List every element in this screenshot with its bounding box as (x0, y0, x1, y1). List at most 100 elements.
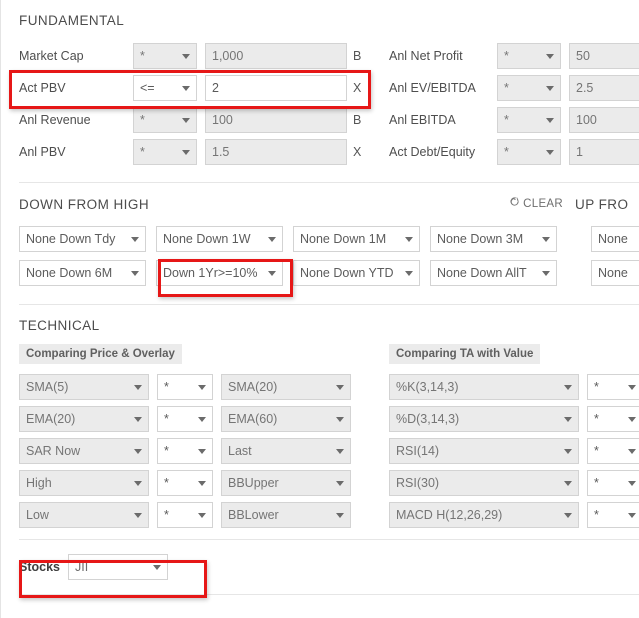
operator-select-anl-pbv[interactable]: * (133, 138, 197, 165)
tech-right-select-2[interactable]: EMA(60) (221, 406, 351, 432)
value-text-act-debt-equity: 1 (576, 144, 583, 159)
technical-ta-row: RSI(30) * (389, 467, 639, 499)
ta-select-4[interactable]: RSI(30) (389, 470, 579, 496)
filter-row-market-cap: Market Cap * 1,000 B (19, 40, 389, 72)
chevron-down-icon (546, 117, 554, 123)
tech-op-select-2[interactable]: * (157, 406, 213, 432)
operator-select-act-debt-equity[interactable]: * (497, 138, 561, 165)
technical-row: EMA(20) * EMA(60) (19, 403, 389, 435)
operator-select-market-cap[interactable]: * (133, 42, 197, 69)
chevron-down-icon (628, 417, 636, 422)
down-select-6m[interactable]: None Down 6M (19, 259, 146, 286)
operator-value-act-debt-equity: * (504, 144, 509, 159)
operator-select-anl-ev-ebitda[interactable]: * (497, 74, 561, 101)
value-text-anl-net-profit: 50 (576, 48, 590, 63)
divider-stocks-bottom (19, 594, 639, 595)
tech-op-select-1[interactable]: * (157, 374, 213, 400)
filter-label-act-debt-equity: Act Debt/Equity (389, 144, 476, 159)
chevron-down-icon (268, 270, 276, 276)
chevron-down-icon (182, 149, 190, 155)
chevron-down-icon (131, 270, 139, 276)
tech-left-select-1[interactable]: SMA(5) (19, 374, 149, 400)
tech-right-select-2-value: EMA(60) (228, 412, 278, 426)
tech-right-select-5[interactable]: BBLower (221, 502, 351, 528)
comparing-ta-with-value-badge: Comparing TA with Value (389, 344, 541, 364)
chevron-down-icon (546, 53, 554, 59)
fundamental-section: FUNDAMENTAL Market Cap * 1,000 B Act PBV (1, 0, 639, 168)
down-select-tdy[interactable]: None Down Tdy (19, 225, 146, 252)
operator-select-anl-net-profit[interactable]: * (497, 42, 561, 69)
down-select-1yr[interactable]: Down 1Yr>=10% (156, 259, 283, 286)
tech-right-select-4-value: BBUpper (228, 476, 279, 490)
down-select-1yr-value: Down 1Yr>=10% (163, 265, 258, 280)
ta-select-1[interactable]: %K(3,14,3) (389, 374, 579, 400)
chevron-down-icon (564, 513, 572, 518)
ta-select-5-value: MACD H(12,26,29) (396, 508, 503, 522)
chevron-down-icon (198, 449, 206, 454)
value-input-act-pbv[interactable]: 2 (205, 74, 347, 101)
value-input-anl-revenue[interactable]: 100 (205, 106, 347, 133)
down-select-ytd[interactable]: None Down YTD (293, 259, 420, 286)
tech-op-select-3-value: * (164, 444, 169, 458)
chevron-down-icon (336, 385, 344, 390)
technical-row: Low * BBLower (19, 499, 389, 531)
tech-op-select-5[interactable]: * (157, 502, 213, 528)
down-select-allt[interactable]: None Down AllT (430, 259, 557, 286)
down-select-1m[interactable]: None Down 1M (293, 225, 420, 252)
value-input-anl-ev-ebitda[interactable]: 2.5 (569, 74, 639, 101)
tech-right-select-4[interactable]: BBUpper (221, 470, 351, 496)
down-select-6m-value: None Down 6M (26, 265, 113, 280)
ta-op-select-1-value: * (594, 380, 599, 394)
stocks-section: Stocks JII (1, 540, 639, 594)
tech-right-select-1-value: SMA(20) (228, 380, 278, 394)
chevron-down-icon (198, 481, 206, 486)
tech-left-select-1-value: SMA(5) (26, 380, 69, 394)
value-input-anl-ebitda[interactable]: 100 (569, 106, 639, 133)
clear-button[interactable]: CLEAR (509, 197, 563, 211)
ta-op-select-1[interactable]: * (587, 374, 639, 400)
value-input-market-cap[interactable]: 1,000 (205, 42, 347, 69)
value-input-anl-net-profit[interactable]: 50 (569, 42, 639, 69)
tech-op-select-4-value: * (164, 476, 169, 490)
operator-select-act-pbv[interactable]: <= (133, 74, 197, 101)
up-select-row-2[interactable]: None (591, 259, 639, 286)
ta-op-select-5[interactable]: * (587, 502, 639, 528)
filter-row-anl-net-profit: Anl Net Profit * 50 (389, 40, 639, 72)
ta-select-5[interactable]: MACD H(12,26,29) (389, 502, 579, 528)
down-select-3m[interactable]: None Down 3M (430, 225, 557, 252)
ta-select-3[interactable]: RSI(14) (389, 438, 579, 464)
ta-select-2[interactable]: %D(3,14,3) (389, 406, 579, 432)
value-text-anl-ebitda: 100 (576, 112, 597, 127)
ta-op-select-4[interactable]: * (587, 470, 639, 496)
tech-left-select-5[interactable]: Low (19, 502, 149, 528)
down-select-3m-value: None Down 3M (437, 231, 524, 246)
ta-op-select-2[interactable]: * (587, 406, 639, 432)
technical-ta-row: %D(3,14,3) * (389, 403, 639, 435)
tech-op-select-4[interactable]: * (157, 470, 213, 496)
filter-label-anl-ebitda: Anl EBITDA (389, 112, 456, 127)
filter-label-anl-pbv: Anl PBV (19, 144, 66, 159)
up-from-low-row: None (591, 222, 639, 256)
tech-right-select-1[interactable]: SMA(20) (221, 374, 351, 400)
chevron-down-icon (628, 481, 636, 486)
operator-select-anl-ebitda[interactable]: * (497, 106, 561, 133)
tech-left-select-2[interactable]: EMA(20) (19, 406, 149, 432)
tech-op-select-3[interactable]: * (157, 438, 213, 464)
value-input-act-debt-equity[interactable]: 1 (569, 138, 639, 165)
tech-left-select-3[interactable]: SAR Now (19, 438, 149, 464)
technical-row: High * BBUpper (19, 467, 389, 499)
screener-filter-panel: FUNDAMENTAL Market Cap * 1,000 B Act PBV (0, 0, 639, 618)
tech-left-select-4[interactable]: High (19, 470, 149, 496)
operator-select-anl-revenue[interactable]: * (133, 106, 197, 133)
down-select-1w[interactable]: None Down 1W (156, 225, 283, 252)
up-select-row-1[interactable]: None (591, 225, 639, 252)
ta-op-select-3[interactable]: * (587, 438, 639, 464)
stocks-select[interactable]: JII (68, 554, 168, 580)
down-select-allt-value: None Down AllT (437, 265, 527, 280)
value-input-anl-pbv[interactable]: 1.5 (205, 138, 347, 165)
operator-value-anl-ev-ebitda: * (504, 80, 509, 95)
value-text-anl-ev-ebitda: 2.5 (576, 80, 594, 95)
tech-right-select-3[interactable]: Last (221, 438, 351, 464)
chevron-down-icon (336, 513, 344, 518)
chevron-down-icon (546, 149, 554, 155)
